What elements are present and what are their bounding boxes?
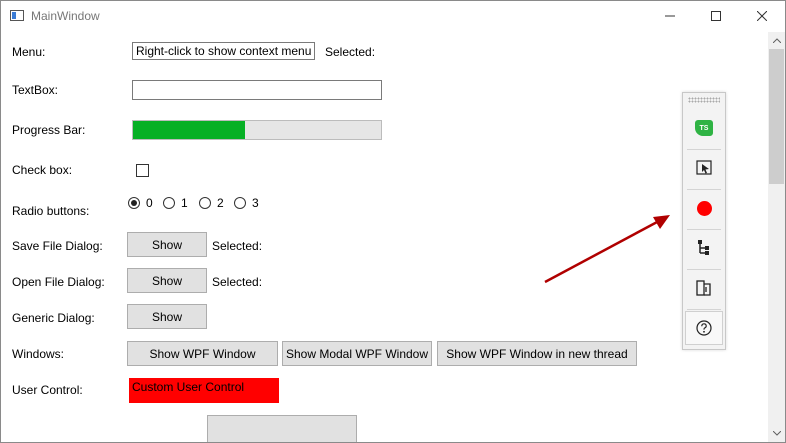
- radio-3[interactable]: [234, 197, 246, 209]
- progress-bar: [132, 120, 382, 140]
- record-icon: [696, 200, 712, 216]
- custom-user-control[interactable]: Custom User Control: [129, 378, 279, 403]
- floating-tool-panel: TS: [682, 92, 726, 350]
- help-icon: [696, 320, 712, 336]
- dock-panel-icon: [696, 280, 711, 296]
- show-modal-wpf-window-button[interactable]: Show Modal WPF Window: [282, 341, 432, 366]
- tool-separator: [687, 229, 721, 230]
- menu-selected-label: Selected:: [325, 45, 376, 59]
- tool-separator: [687, 309, 721, 310]
- cut-off-control[interactable]: [207, 415, 357, 442]
- annotation-arrow-icon: [544, 215, 670, 284]
- open-dialog-selected: Selected:: [212, 275, 263, 289]
- select-element-button[interactable]: [685, 151, 723, 185]
- show-wpf-window-button[interactable]: Show WPF Window: [127, 341, 278, 366]
- open-dialog-show-button[interactable]: Show: [127, 268, 207, 293]
- record-button[interactable]: [685, 191, 723, 225]
- app-window-icon: [10, 10, 24, 21]
- menu-label: Menu:: [12, 45, 46, 59]
- testsmart-logo-button[interactable]: TS: [685, 111, 723, 145]
- drag-grip-icon[interactable]: [688, 97, 720, 103]
- check-box[interactable]: [136, 164, 149, 177]
- save-dialog-label: Save File Dialog:: [12, 239, 103, 253]
- maximize-icon: [711, 11, 721, 21]
- show-wpf-window-new-thread-button[interactable]: Show WPF Window in new thread: [437, 341, 637, 366]
- radio-3-label: 3: [252, 196, 259, 210]
- save-dialog-show-button[interactable]: Show: [127, 232, 207, 257]
- testsmart-logo-icon: TS: [695, 120, 713, 136]
- user-control-label: User Control:: [12, 383, 83, 397]
- scroll-thumb[interactable]: [769, 49, 784, 184]
- select-element-icon: [696, 160, 712, 175]
- main-window: MainWindow Menu: Right-click to show con…: [0, 0, 786, 443]
- window-title: MainWindow: [31, 9, 100, 23]
- radio-0-label: 0: [146, 196, 153, 210]
- radio-1-label: 1: [181, 196, 188, 210]
- title-bar: MainWindow: [1, 1, 785, 31]
- context-menu-field[interactable]: Right-click to show context menu: [132, 42, 315, 60]
- close-button[interactable]: [739, 1, 785, 31]
- vertical-scrollbar[interactable]: [768, 32, 785, 442]
- maximize-button[interactable]: [693, 1, 739, 31]
- windows-label: Windows:: [12, 347, 65, 361]
- checkbox-label: Check box:: [12, 163, 73, 177]
- radio-buttons-label: Radio buttons:: [12, 204, 90, 218]
- progress-fill: [133, 121, 245, 139]
- save-dialog-selected: Selected:: [212, 239, 263, 253]
- tool-separator: [687, 269, 721, 270]
- tree-view-icon: [698, 240, 709, 255]
- generic-dialog-label: Generic Dialog:: [12, 311, 95, 325]
- minimize-icon: [665, 15, 675, 17]
- open-dialog-label: Open File Dialog:: [12, 275, 105, 289]
- minimize-button[interactable]: [647, 1, 693, 31]
- generic-dialog-show-button[interactable]: Show: [127, 304, 207, 329]
- tool-separator: [687, 149, 721, 150]
- help-button[interactable]: [685, 311, 723, 345]
- dock-panel-button[interactable]: [685, 271, 723, 305]
- radio-0[interactable]: [128, 197, 140, 209]
- tree-view-button[interactable]: [685, 231, 723, 265]
- progress-label: Progress Bar:: [12, 123, 86, 137]
- close-icon: [757, 11, 767, 21]
- scroll-down-icon[interactable]: [768, 425, 785, 442]
- radio-2[interactable]: [199, 197, 211, 209]
- scroll-up-icon[interactable]: [768, 32, 785, 49]
- radio-1[interactable]: [163, 197, 175, 209]
- radio-2-label: 2: [217, 196, 224, 210]
- textbox-label: TextBox:: [12, 83, 59, 97]
- tool-separator: [687, 189, 721, 190]
- text-input[interactable]: [132, 80, 382, 100]
